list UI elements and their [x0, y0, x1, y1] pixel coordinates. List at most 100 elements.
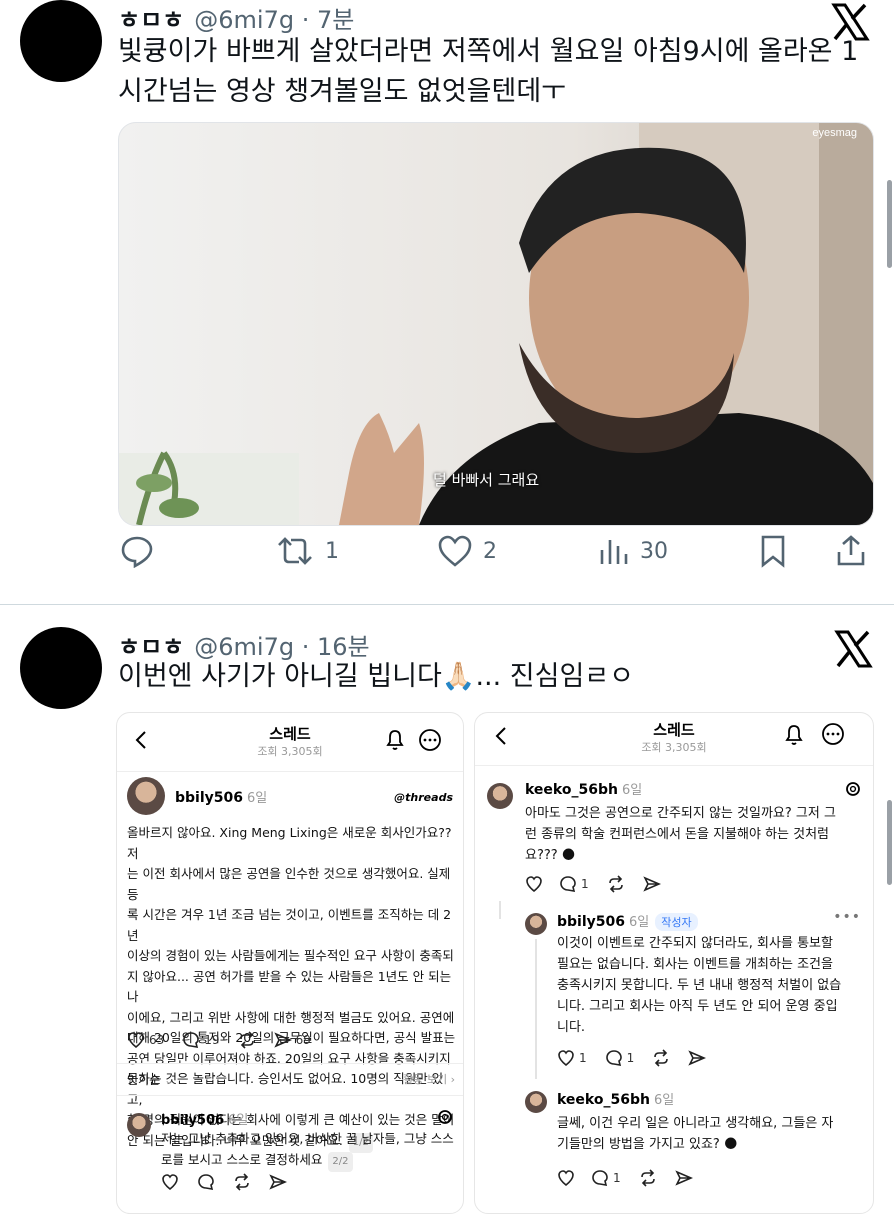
more-circle-icon[interactable]	[418, 728, 442, 752]
comment-author[interactable]: keeko_56bh 6일	[525, 779, 642, 798]
comment-count: 1	[626, 1051, 635, 1065]
tweet-text: 빛큥이가 바쁘게 살았더라면 저쪽에서 월요일 아침9시에 올라온 1시간넘는 …	[118, 36, 859, 107]
post-author[interactable]: bbily506 6일	[175, 787, 267, 806]
threads-screenshot-left[interactable]: 스레드 조회 3,305회 bbily506 6일 @threads 올바르지 않…	[116, 712, 464, 1214]
heart-icon[interactable]	[161, 1173, 179, 1191]
share-button[interactable]	[835, 534, 867, 568]
thread-connector	[535, 939, 537, 1079]
author-badge: 작성자	[655, 913, 698, 931]
reply-button[interactable]	[120, 534, 154, 568]
activity-label: 활동 보기	[403, 1073, 448, 1086]
send-icon[interactable]	[269, 1173, 287, 1191]
comment-actions: 1	[525, 875, 661, 893]
threads-topbar: 스레드 조회 3,305회	[117, 713, 463, 771]
comment-line: 글쎄, 이건 우리 일은 아니라고 생각해요, 그들은 자	[557, 1116, 834, 1131]
post-line: 지 않아요... 공연 허가를 받을 수 있는 사람들은 1년도 안 되는 나	[127, 968, 452, 1005]
username: keeko_56bh	[525, 782, 618, 798]
reply-line: 저는 그냥 추측하고 있어요, 바삭한 꿀 남자들, 그냥 스스	[161, 1131, 454, 1146]
username: bbily506	[161, 1113, 225, 1128]
post-body: 올바르지 않아요. Xing Meng Lixing은 새로운 회사인가요?? …	[127, 823, 457, 1153]
send-icon[interactable]	[273, 1031, 292, 1049]
comment-icon[interactable]	[591, 1169, 609, 1187]
heart-icon	[438, 535, 472, 567]
repost-icon[interactable]	[639, 1169, 657, 1187]
comment-icon[interactable]	[605, 1049, 623, 1067]
tweet-text: 이번엔 사기가 아니길 빕니다🙏🏻... 진심임ㄹㅇ	[118, 661, 634, 692]
retweet-button[interactable]: 1	[275, 534, 339, 568]
heart-icon[interactable]	[557, 1049, 575, 1067]
comment-body: 이것이 이벤트로 간주되지 않더라도, 회사를 통보할 필요는 없습니다. 회사…	[557, 933, 867, 1038]
comment-line: 기들만의 방법을 가지고 있죠? 🌑	[557, 1137, 738, 1152]
comment-icon[interactable]	[182, 1031, 200, 1049]
comment-age: 6일	[629, 915, 650, 930]
thread-connector	[499, 901, 501, 919]
avatar[interactable]	[525, 913, 547, 935]
bell-icon[interactable]	[384, 728, 406, 752]
reply-author[interactable]: bbily506 6일	[161, 1109, 248, 1128]
like-button[interactable]: 2	[437, 534, 497, 568]
chevron-right-icon: ›	[450, 1073, 455, 1086]
tweet-video-image[interactable]: eyesmag 덜 바빠서 그래요	[118, 122, 874, 526]
activity-link[interactable]: 활동 보기 ›	[403, 1071, 455, 1087]
post-actions: 63 19 69	[127, 1031, 329, 1049]
reply-line: 로를 보시고 스스로 결정하세요 2/2	[161, 1150, 457, 1172]
send-icon[interactable]	[674, 1169, 693, 1187]
heart-icon[interactable]	[557, 1169, 575, 1187]
comment-age: 6일	[621, 783, 643, 798]
scrollbar-2[interactable]	[887, 800, 892, 885]
avatar[interactable]	[20, 627, 102, 709]
share-count: 69	[295, 1033, 311, 1047]
display-name[interactable]: ㅎㅁㅎ	[118, 6, 184, 34]
scrollbar-1[interactable]	[887, 180, 892, 268]
comment-line: 충족시키지 못합니다. 두 년 내내 행정적 처벌이 없습	[557, 978, 842, 993]
threads-title: 스레드	[653, 721, 695, 739]
view-count: 조회 3,305회	[641, 741, 707, 754]
comment-body: 글쎄, 이건 우리 일은 아니라고 생각해요, 그들은 자 기들만의 방법을 가…	[557, 1113, 867, 1155]
more-circle-icon[interactable]	[821, 722, 845, 746]
bell-icon[interactable]	[783, 723, 805, 747]
avatar[interactable]	[127, 1113, 151, 1137]
post-line: 올바르지 않아요. Xing Meng Lixing은 새로운 회사인가요?? …	[127, 825, 452, 861]
more-options-icon[interactable]: •••	[833, 909, 861, 925]
heart-icon[interactable]	[127, 1031, 145, 1049]
comment-age: 6일	[653, 1093, 675, 1108]
send-icon[interactable]	[642, 875, 661, 893]
threads-screenshot-right[interactable]: 스레드 조회 3,305회 keeko_56bh 6일 아마도 그것은 공연으로 …	[474, 712, 874, 1214]
post-line: 록 시간은 겨우 1년 조금 넘는 것이고, 이벤트를 조직하는 데 2년	[127, 907, 452, 943]
comment-line: 이것이 이벤트로 간주되지 않더라도, 회사를 통보할	[557, 936, 833, 951]
bookmark-button[interactable]	[758, 534, 788, 568]
timestamp[interactable]: · 7분	[302, 6, 355, 34]
chevron-down-icon: ⌄	[163, 1073, 175, 1087]
threads-title: 스레드	[269, 725, 311, 743]
post-line: 이상의 경험이 있는 사람들에게는 필수적인 요구 사항이 충족되	[127, 948, 454, 963]
avatar[interactable]	[487, 783, 513, 809]
share-icon	[837, 535, 865, 566]
sort-dropdown[interactable]: 인기순 ⌄	[127, 1071, 174, 1088]
post-line: 공연 당일만 이루어져야 하죠. 20일의 요구 사항을 충족시키지	[127, 1050, 451, 1066]
repost-icon[interactable]	[652, 1049, 670, 1067]
repost-icon[interactable]	[607, 875, 625, 893]
handle[interactable]: @6mi7g	[194, 6, 294, 34]
comment-line: 니다. 그리고 회사는 아직 두 년도 안 되어 운영 중입	[557, 999, 838, 1014]
comment-line: 니다.	[557, 1020, 586, 1035]
heart-icon[interactable]	[525, 875, 543, 893]
reply-body: 저는 그냥 추측하고 있어요, 바삭한 꿀 남자들, 그냥 스스 로를 보시고 …	[161, 1129, 457, 1172]
comment-icon[interactable]	[559, 875, 577, 893]
like-count: 1	[579, 1051, 587, 1065]
comment-author[interactable]: bbily506 6일 작성자	[557, 911, 698, 931]
post-line: 이에요, 그리고 위반 사항에 대한 행정적 벌금도 있어요. 공연에	[127, 1009, 455, 1025]
username: bbily506	[557, 914, 625, 930]
comment-icon[interactable]	[197, 1173, 215, 1191]
views-icon	[600, 540, 628, 564]
view-count: 조회 3,305회	[257, 745, 323, 758]
views-button[interactable]: 30	[598, 534, 668, 568]
reply-icon	[121, 536, 153, 568]
avatar[interactable]	[20, 0, 102, 82]
send-icon[interactable]	[688, 1049, 707, 1067]
reply-actions	[161, 1173, 287, 1191]
repost-icon[interactable]	[233, 1173, 251, 1191]
comment-author[interactable]: keeko_56bh 6일	[557, 1089, 674, 1108]
repost-icon[interactable]	[238, 1031, 256, 1049]
avatar[interactable]	[525, 1091, 547, 1113]
avatar[interactable]	[127, 777, 165, 815]
